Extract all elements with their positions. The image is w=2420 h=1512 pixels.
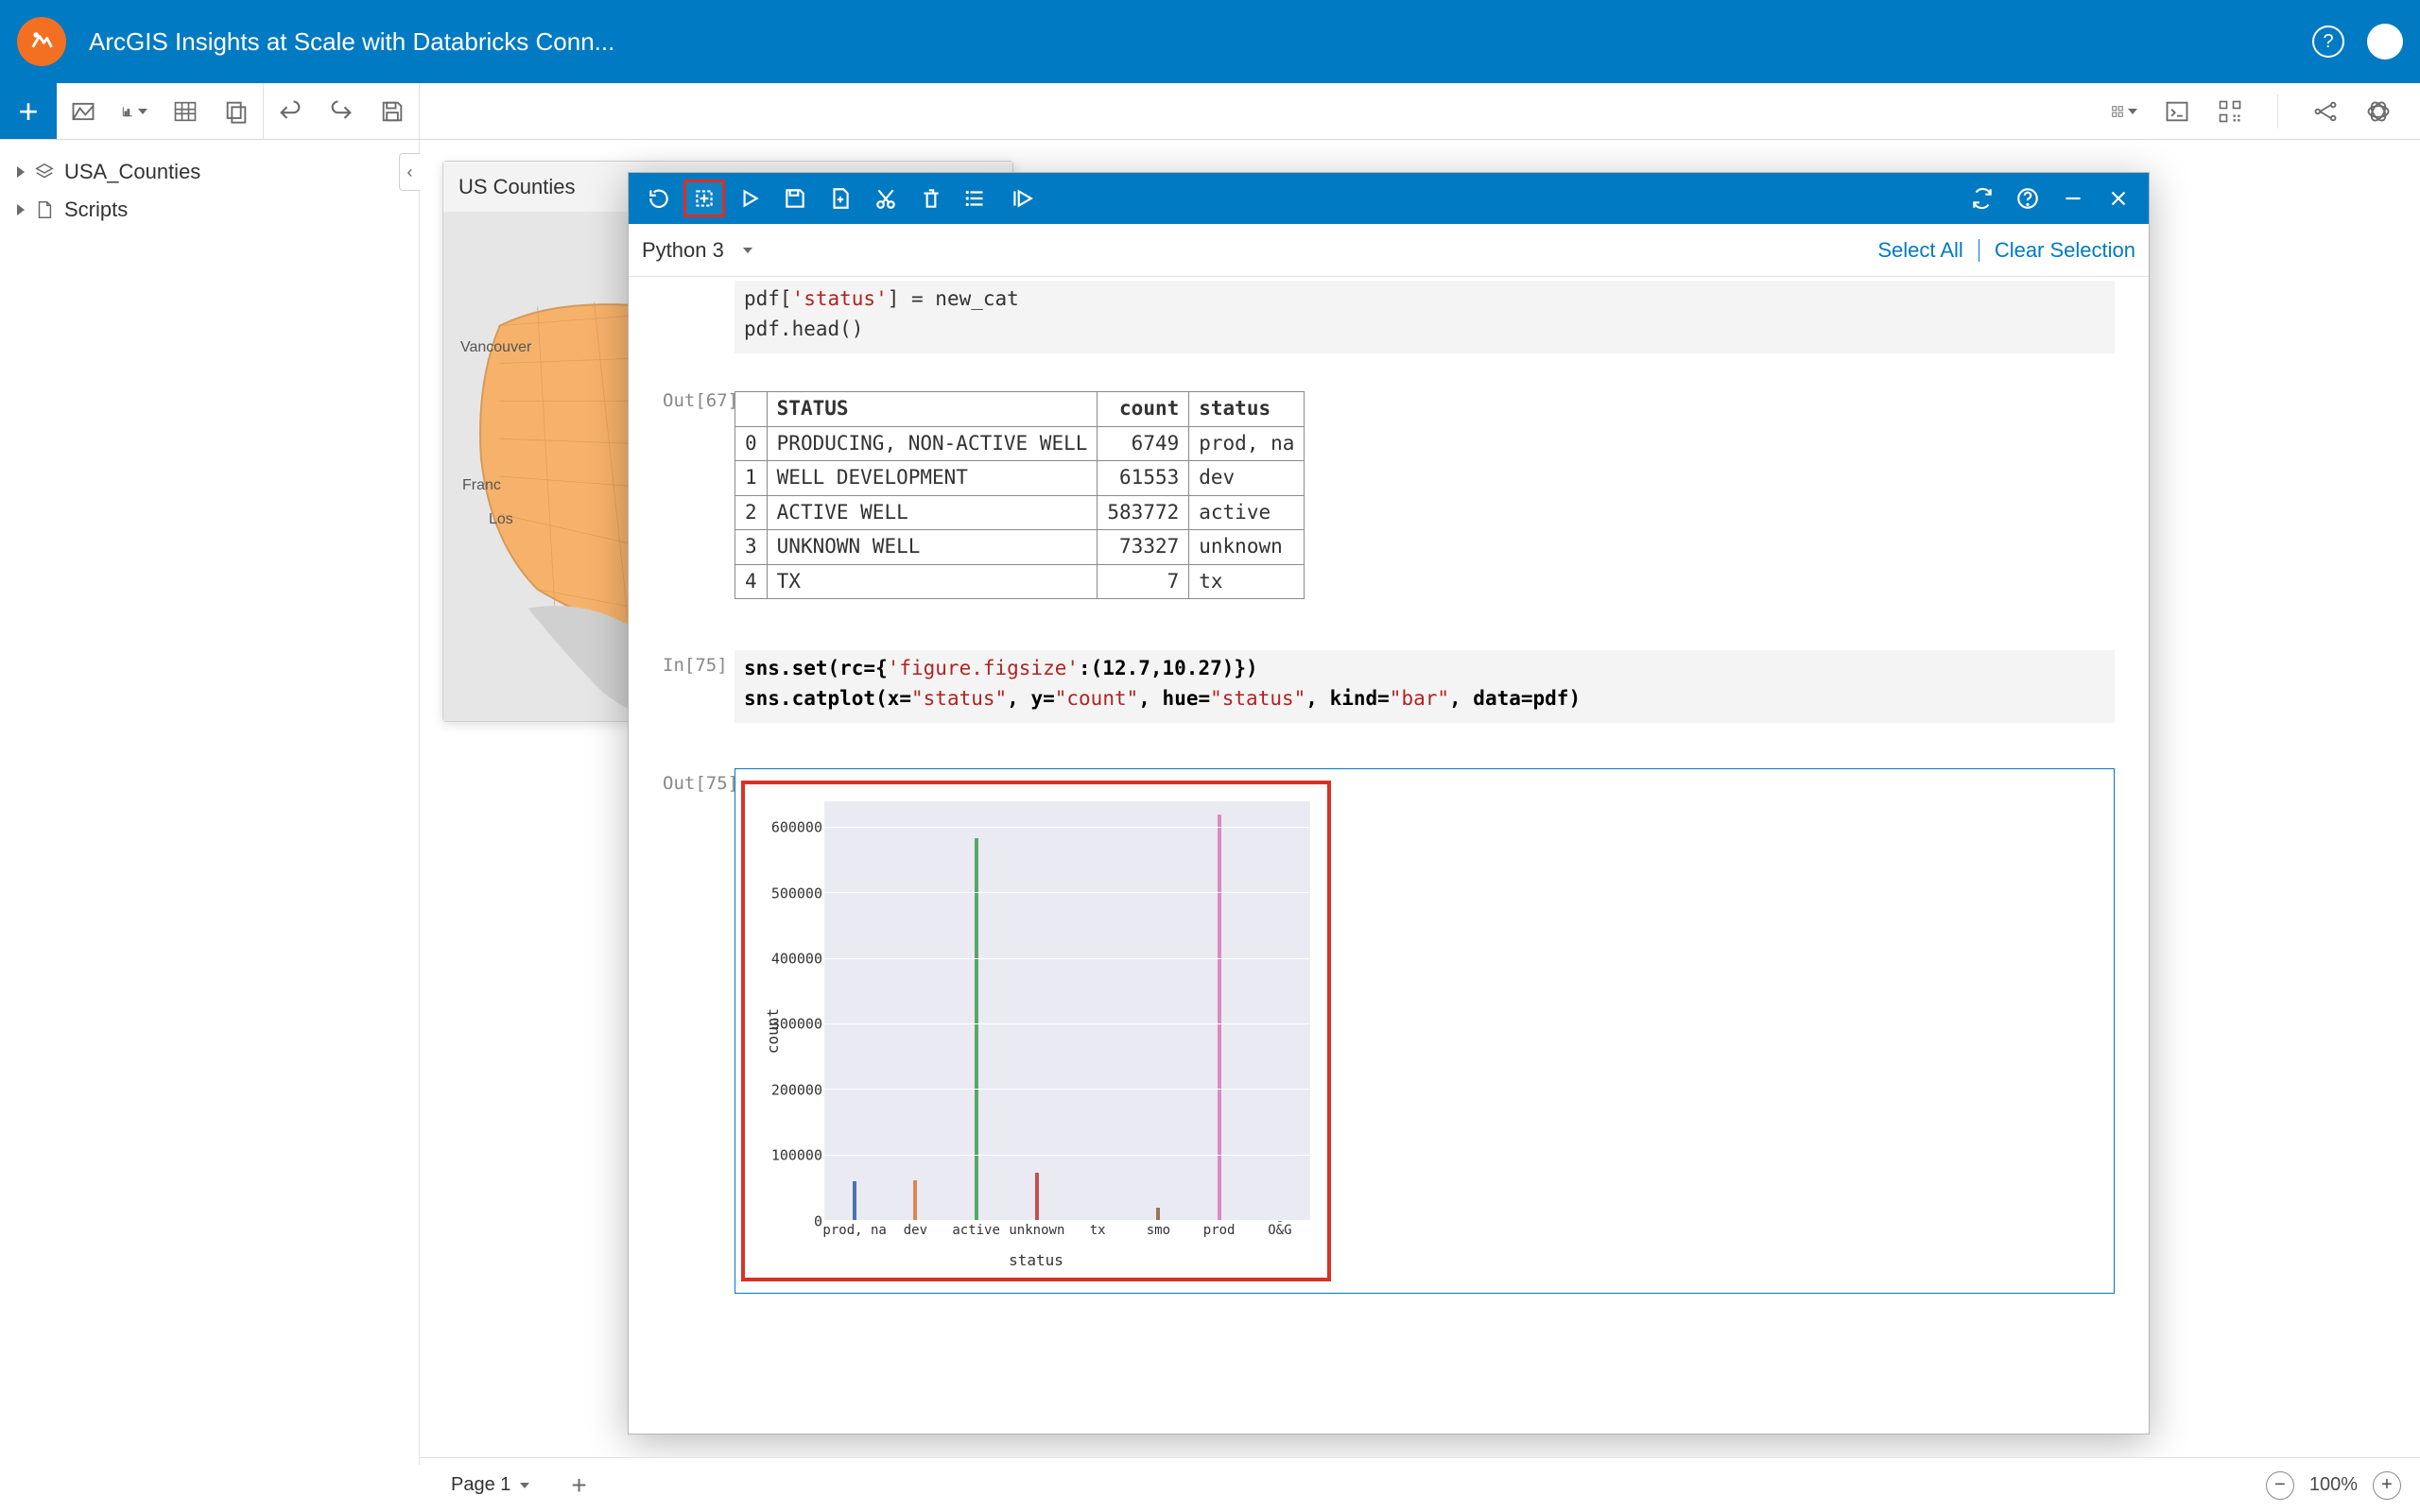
layers-icon — [34, 162, 55, 182]
console-icon[interactable] — [2164, 98, 2190, 125]
page-tab[interactable]: Page 1 — [439, 1468, 542, 1503]
workbook-title: ArcGIS Insights at Scale with Databricks… — [89, 27, 2312, 57]
chevron-down-icon — [520, 1483, 529, 1488]
add-cell-icon[interactable] — [820, 180, 861, 217]
table-card-icon[interactable] — [172, 98, 199, 125]
close-icon[interactable] — [2098, 180, 2139, 217]
in-prompt: In[75] — [663, 650, 735, 730]
sidebar-item-scripts[interactable]: Scripts — [11, 191, 407, 229]
map-label: Vancouver — [460, 339, 531, 356]
main-toolbar: + — [0, 83, 2420, 140]
kernel-label: Python 3 — [642, 238, 724, 263]
console-toolbar — [629, 173, 2149, 224]
widgets-icon[interactable] — [2111, 98, 2137, 125]
undo-icon[interactable] — [277, 98, 303, 125]
map-label: Los — [489, 511, 513, 528]
minimize-icon[interactable] — [2052, 180, 2094, 217]
redo-icon[interactable] — [328, 98, 354, 125]
notebook-cell: In[75] sns.set(rc={'figure.figsize':(12.… — [629, 646, 2149, 1313]
copy-icon[interactable] — [223, 98, 250, 125]
expand-caret-icon — [17, 166, 25, 178]
clear-selection-link[interactable]: Clear Selection — [1995, 238, 2135, 263]
add-button[interactable]: + — [0, 83, 57, 139]
insert-above-icon[interactable] — [956, 180, 997, 217]
zoom-in-button[interactable]: + — [2373, 1471, 2401, 1500]
dataframe-output: STATUScountstatus0PRODUCING, NON-ACTIVE … — [735, 391, 1305, 599]
chart-card-icon[interactable] — [121, 98, 147, 125]
collapse-sidebar-button[interactable]: ‹ — [399, 153, 420, 191]
add-page-button[interactable]: + — [559, 1464, 598, 1507]
out-prompt: Out[75] — [663, 768, 735, 1294]
app-logo — [17, 17, 66, 66]
console-help-icon[interactable] — [2007, 180, 2048, 217]
code-block[interactable]: pdf['status'] = new_catpdf.head() — [735, 281, 2115, 353]
script-console: Python 3 Select All Clear Selection pdf[… — [628, 172, 2150, 1435]
run-icon[interactable] — [729, 180, 770, 217]
zoom-value: 100% — [2309, 1474, 2358, 1496]
x-axis-label: status — [1009, 1249, 1063, 1272]
sidebar-item-label: USA_Counties — [64, 160, 200, 184]
map-label: Franc — [462, 477, 501, 494]
run-all-icon[interactable] — [1001, 180, 1043, 217]
kernel-dropdown[interactable]: Python 3 — [642, 238, 752, 263]
out-prompt: Out[67] — [663, 386, 735, 599]
save-icon[interactable] — [379, 98, 406, 125]
page-bar: Page 1 + − 100% + — [420, 1457, 2420, 1512]
basemap-icon[interactable] — [2365, 98, 2392, 125]
restart-kernel-icon[interactable] — [638, 180, 680, 217]
map-card-icon[interactable] — [70, 98, 96, 125]
create-card-icon[interactable] — [683, 180, 725, 217]
sync-icon[interactable] — [1962, 180, 2003, 217]
data-sidebar: USA_Counties Scripts ‹ — [0, 140, 420, 1465]
zoom-out-button[interactable]: − — [2266, 1471, 2294, 1500]
qr-icon[interactable] — [2217, 98, 2243, 125]
cut-icon[interactable] — [865, 180, 907, 217]
delete-icon[interactable] — [910, 180, 952, 217]
chevron-down-icon — [743, 248, 752, 253]
user-avatar[interactable] — [2367, 24, 2403, 60]
workbook-canvas: US Counties Vancouver Los Franc C M — [442, 161, 2382, 1436]
page-label: Page 1 — [451, 1474, 510, 1496]
app-header: ArcGIS Insights at Scale with Databricks… — [0, 0, 2420, 83]
model-icon[interactable] — [2312, 98, 2339, 125]
console-subbar: Python 3 Select All Clear Selection — [629, 224, 2149, 277]
sidebar-item-label: Scripts — [64, 198, 128, 222]
sidebar-item-usa-counties[interactable]: USA_Counties — [11, 153, 407, 191]
help-icon[interactable]: ? — [2312, 26, 2344, 58]
notebook-cell: pdf['status'] = new_catpdf.head() Out[67… — [629, 277, 2149, 618]
console-body[interactable]: pdf['status'] = new_catpdf.head() Out[67… — [629, 277, 2149, 1434]
code-block[interactable]: sns.set(rc={'figure.figsize':(12.7,10.27… — [735, 650, 2115, 723]
save-cell-icon[interactable] — [774, 180, 816, 217]
script-icon — [34, 199, 55, 220]
chart-output: count status 010000020000030000040000050… — [741, 775, 2108, 1287]
expand-caret-icon — [17, 204, 25, 215]
select-all-link[interactable]: Select All — [1877, 238, 1963, 263]
